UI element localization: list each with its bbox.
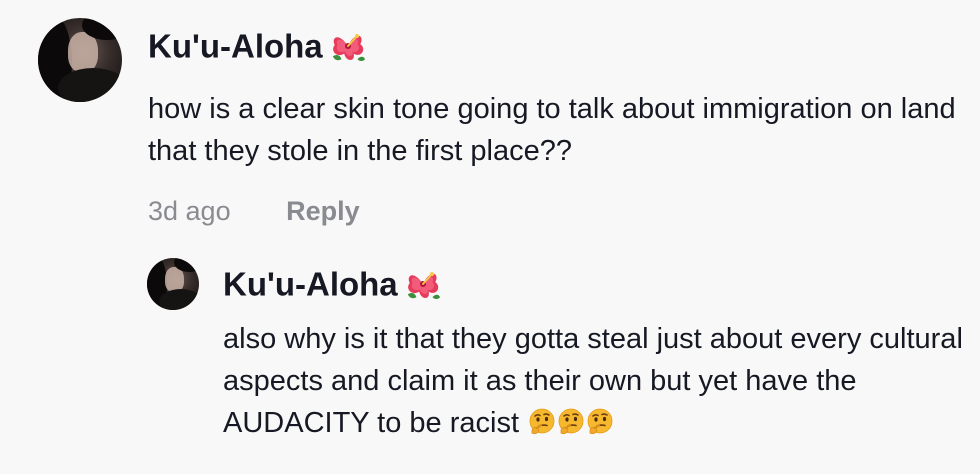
thinking-face-icon bbox=[528, 408, 556, 436]
reply-body: Ku'u-Aloha also why is it that they gott… bbox=[223, 262, 963, 444]
hibiscus-icon bbox=[404, 266, 442, 302]
reply-text: also why is it that they gotta steal jus… bbox=[223, 318, 963, 444]
thinking-face-icon bbox=[586, 408, 614, 436]
reply-button[interactable]: Reply bbox=[286, 196, 360, 226]
hibiscus-icon bbox=[329, 28, 367, 64]
reply-username[interactable]: Ku'u-Aloha bbox=[223, 262, 963, 304]
avatar[interactable] bbox=[38, 18, 122, 102]
username-text[interactable]: Ku'u-Aloha bbox=[223, 265, 398, 302]
username-text[interactable]: Ku'u-Aloha bbox=[148, 27, 323, 64]
comment-username[interactable]: Ku'u-Aloha bbox=[148, 24, 968, 66]
thinking-face-icon bbox=[557, 408, 585, 436]
comment-timestamp: 3d ago bbox=[148, 196, 231, 227]
comment-body: Ku'u-Aloha how is a clear skin tone goin… bbox=[148, 24, 968, 228]
comment-meta: 3d ago Reply bbox=[148, 194, 968, 228]
comment-text: how is a clear skin tone going to talk a… bbox=[148, 93, 956, 168]
avatar[interactable] bbox=[147, 258, 199, 310]
